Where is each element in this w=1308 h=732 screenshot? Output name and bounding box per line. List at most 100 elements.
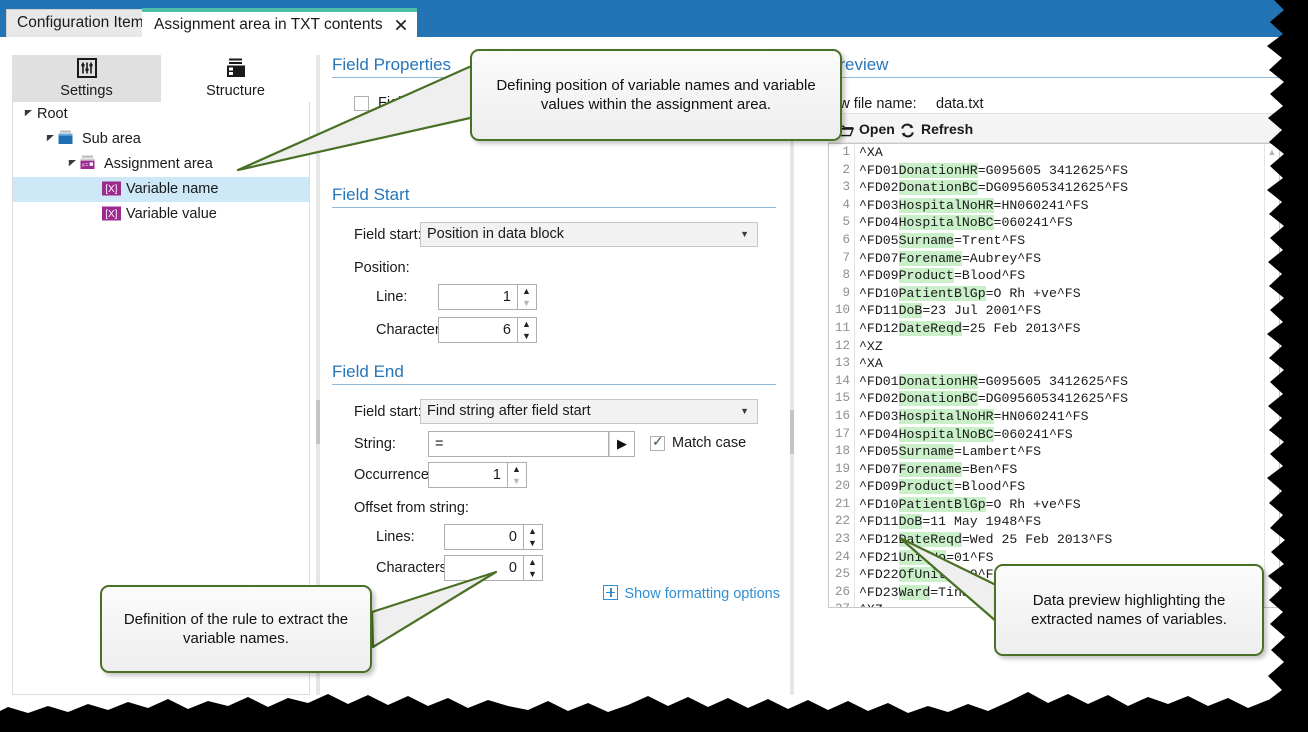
line-number: 21 bbox=[829, 496, 854, 514]
show-formatting-options-link[interactable]: Show formatting options bbox=[603, 585, 780, 602]
callout-rule: Definition of the rule to extract the va… bbox=[100, 585, 372, 673]
match-case-checkbox[interactable]: ✓ bbox=[650, 436, 665, 451]
preview-text: ^FD12 bbox=[859, 532, 899, 547]
string-insert-button[interactable]: ▶ bbox=[609, 431, 635, 457]
structure-icon bbox=[161, 57, 310, 82]
line-label: Line: bbox=[376, 285, 407, 309]
tab-assignment-area[interactable]: Assignment area in TXT contents bbox=[142, 8, 417, 37]
highlighted-variable-name: DoB bbox=[899, 303, 923, 318]
match-case-label: Match case bbox=[672, 431, 746, 455]
character-row: Character: 6 ▲ ▼ bbox=[332, 317, 776, 350]
preview-text: ^FD05 bbox=[859, 444, 899, 459]
field-binary-checkbox[interactable] bbox=[354, 96, 369, 111]
occurrence-label: Occurrence: bbox=[354, 463, 433, 487]
show-formatting-options-label: Show formatting options bbox=[624, 586, 780, 602]
preview-line: ^FD07Forename=Aubrey^FS bbox=[859, 250, 1259, 268]
preview-text: ^FD21 bbox=[859, 550, 899, 565]
highlighted-variable-name: HospitalNoBC bbox=[899, 427, 994, 442]
highlighted-variable-name: PatientBlGp bbox=[899, 286, 986, 301]
preview-line: ^XZ bbox=[859, 338, 1259, 356]
field-start-row: Field start: Position in data block ▼ bbox=[332, 222, 776, 256]
line-stepper-up-icon[interactable]: ▲ bbox=[518, 285, 535, 297]
occurrence-input[interactable]: 1 bbox=[428, 462, 508, 488]
preview-text: =Tina^FS bbox=[930, 585, 993, 600]
field-start-heading: Field Start bbox=[332, 185, 776, 207]
chevron-down-icon: ▼ bbox=[740, 400, 749, 423]
tab-configuration-items[interactable]: Configuration Items bbox=[6, 9, 162, 37]
characters-offset-input[interactable]: 0 bbox=[444, 555, 524, 581]
splitter-right-grip[interactable] bbox=[790, 410, 794, 454]
characters-offset-stepper[interactable]: ▲ ▼ bbox=[524, 555, 543, 581]
string-label: String: bbox=[354, 432, 396, 456]
preview-scrollbar[interactable]: ▲ bbox=[1264, 144, 1279, 607]
preview-line: ^FD01DonationHR=G095605 3412625^FS bbox=[859, 373, 1259, 391]
character-stepper-up-icon[interactable]: ▲ bbox=[518, 318, 535, 330]
occurrence-stepper-down-icon[interactable]: ▼ bbox=[508, 475, 525, 487]
preview-text: =25 Feb 2013^FS bbox=[962, 321, 1081, 336]
preview-line: ^FD02DonationBC=DG0956053412625^FS bbox=[859, 179, 1259, 197]
lines-input[interactable]: 0 bbox=[444, 524, 524, 550]
tree-item-assignment-area[interactable]: x=Assignment area bbox=[13, 152, 309, 177]
field-start-combo[interactable]: Position in data block ▼ bbox=[420, 222, 758, 247]
line-stepper[interactable]: ▲ ▼ bbox=[518, 284, 537, 310]
svg-text:x=: x= bbox=[82, 162, 89, 169]
tab-assignment-area-label: Assignment area in TXT contents bbox=[154, 13, 383, 37]
characters-offset-stepper-down-icon[interactable]: ▼ bbox=[524, 568, 541, 580]
lines-stepper-down-icon[interactable]: ▼ bbox=[524, 537, 541, 549]
tree-item-root[interactable]: Root bbox=[13, 102, 309, 127]
chevron-expanded-icon[interactable] bbox=[43, 127, 57, 152]
triangle-right-icon: ▶ bbox=[617, 436, 627, 451]
line-number: 16 bbox=[829, 408, 854, 426]
lines-stepper[interactable]: ▲ ▼ bbox=[524, 524, 543, 550]
tree-item-variable-name[interactable]: [X]Variable name bbox=[13, 177, 309, 202]
structure-tree-rows: RootSub areax=Assignment area[X]Variable… bbox=[13, 102, 309, 227]
lines-stepper-up-icon[interactable]: ▲ bbox=[524, 525, 541, 537]
highlighted-variable-name: PatientBlGp bbox=[899, 497, 986, 512]
field-end-start-combo[interactable]: Find string after field start ▼ bbox=[420, 399, 758, 424]
highlighted-variable-name: UnitNo bbox=[899, 550, 946, 565]
tree-item-label: Sub area bbox=[82, 127, 141, 152]
preview-text-view[interactable]: 1234567891011121314151617181920212223242… bbox=[828, 143, 1280, 608]
line-row: Line: 1 ▲ ▼ bbox=[332, 284, 776, 317]
character-input[interactable]: 6 bbox=[438, 317, 518, 343]
refresh-button[interactable]: Refresh bbox=[899, 118, 973, 140]
characters-offset-stepper-up-icon[interactable]: ▲ bbox=[524, 556, 541, 568]
splitter-right[interactable] bbox=[788, 55, 796, 695]
preview-line: ^FD05Surname=Trent^FS bbox=[859, 232, 1259, 250]
occurrence-stepper-up-icon[interactable]: ▲ bbox=[508, 463, 525, 475]
line-number: 22 bbox=[829, 513, 854, 531]
tab-settings-label: Settings bbox=[12, 82, 161, 100]
variable-icon: [X] bbox=[101, 180, 121, 197]
preview-text: =HN060241^FS bbox=[994, 198, 1089, 213]
open-button[interactable]: Open bbox=[837, 118, 895, 140]
subarea-icon bbox=[57, 130, 77, 147]
tab-settings[interactable]: Settings bbox=[12, 55, 161, 102]
characters-label: Characters: bbox=[376, 556, 451, 580]
string-input[interactable]: = bbox=[428, 431, 609, 457]
line-stepper-down-icon[interactable]: ▼ bbox=[518, 297, 535, 309]
field-start-label: Field start: bbox=[354, 223, 422, 247]
preview-text: ^FD02 bbox=[859, 180, 899, 195]
character-stepper[interactable]: ▲ ▼ bbox=[518, 317, 537, 343]
splitter-left-grip[interactable] bbox=[316, 400, 320, 444]
preview-text: ^FD07 bbox=[859, 462, 899, 477]
tree-item-sub-area[interactable]: Sub area bbox=[13, 127, 309, 152]
preview-line: ^FD11DoB=11 May 1948^FS bbox=[859, 513, 1259, 531]
tree-item-variable-value[interactable]: [X]Variable value bbox=[13, 202, 309, 227]
close-icon[interactable] bbox=[394, 18, 408, 32]
field-properties-panel: Field Properties Field has binary d Fiel… bbox=[332, 55, 782, 695]
sliders-icon bbox=[12, 57, 161, 82]
line-input[interactable]: 1 bbox=[438, 284, 518, 310]
chevron-expanded-icon[interactable] bbox=[65, 152, 79, 177]
triangle-up-icon[interactable]: ▲ bbox=[1265, 145, 1279, 159]
character-stepper-down-icon[interactable]: ▼ bbox=[518, 330, 535, 342]
highlighted-variable-name: DonationBC bbox=[899, 391, 978, 406]
tab-structure[interactable]: Structure bbox=[161, 55, 310, 102]
highlighted-variable-name: Forename bbox=[899, 251, 962, 266]
line-number: 7 bbox=[829, 250, 854, 268]
chevron-expanded-icon[interactable] bbox=[21, 102, 35, 127]
characters-row: Characters: 0 ▲ ▼ bbox=[332, 555, 776, 586]
occurrence-stepper[interactable]: ▲ ▼ bbox=[508, 462, 527, 488]
line-number: 23 bbox=[829, 531, 854, 549]
preview-text: =O Rh +ve^FS bbox=[986, 286, 1081, 301]
